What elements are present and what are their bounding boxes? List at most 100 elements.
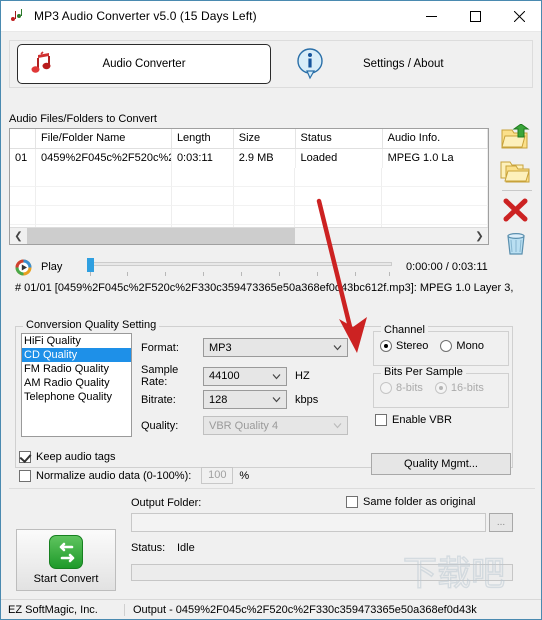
title-bar: MP3 Audio Converter v5.0 (15 Days Left) (1, 1, 541, 32)
cell-length: 0:03:11 (172, 149, 234, 168)
format-value: MP3 (209, 341, 232, 354)
settings-about-button[interactable]: Settings / About (295, 47, 444, 81)
format-dropdown[interactable]: MP3 (203, 338, 348, 357)
window-title: MP3 Audio Converter v5.0 (15 Days Left) (34, 9, 257, 23)
list-item[interactable]: HiFi Quality (22, 334, 131, 348)
normalize-unit: % (239, 469, 250, 482)
radio-mono-label: Mono (456, 340, 484, 352)
status-label: Status: (131, 542, 166, 554)
close-button[interactable] (497, 1, 541, 32)
scrollbar-track[interactable] (27, 227, 471, 244)
table-row-empty[interactable] (10, 168, 488, 187)
radio-mono[interactable]: Mono (440, 340, 484, 352)
radio-dot-icon (380, 382, 392, 394)
cell-name: 0459%2F045c%2F520c%2... (36, 149, 172, 168)
start-convert-button[interactable]: Start Convert (16, 529, 116, 591)
minimize-button[interactable] (409, 1, 453, 32)
audio-files-group-label: Audio Files/Folders to Convert (9, 113, 157, 125)
table-row-empty[interactable] (10, 206, 488, 225)
file-list-horizontal-scrollbar[interactable]: ❮ ❯ (10, 227, 488, 244)
bits-per-sample-group-label: Bits Per Sample (381, 366, 466, 378)
checkbox-box-icon (346, 496, 358, 508)
slider-ticks (87, 272, 392, 276)
bits-options: 8-bits 16-bits (380, 382, 496, 394)
list-item[interactable]: AM Radio Quality (22, 376, 131, 390)
radio-dot-icon (440, 340, 453, 352)
output-status-text: Output - 0459%2F045c%2F520c%2F330c359473… (133, 603, 477, 616)
channel-options: Stereo Mono (380, 340, 496, 352)
checkbox-box-icon (375, 414, 387, 426)
column-header-status[interactable]: Status (296, 129, 383, 148)
channel-group-label: Channel (381, 324, 428, 336)
chevron-down-icon (272, 372, 281, 381)
playback-slider[interactable] (87, 258, 392, 276)
clear-all-trash-icon[interactable] (500, 230, 534, 258)
column-header-size[interactable]: Size (234, 129, 296, 148)
list-item-selected[interactable]: CD Quality (22, 348, 131, 362)
add-folder-icon[interactable] (500, 157, 534, 185)
radio-16-bits: 16-bits (434, 382, 484, 394)
playback-controls: Play 0:00:00 / 0:03:11 (15, 257, 515, 277)
browse-folder-button[interactable]: ... (489, 513, 513, 532)
normalize-label: Normalize audio data (0-100%): (36, 469, 192, 482)
file-list[interactable]: File/Folder Name Length Size Status Audi… (9, 128, 489, 245)
chevron-right-icon[interactable]: ❯ (471, 231, 488, 242)
table-row-empty[interactable] (10, 187, 488, 206)
sample-rate-unit: HZ (295, 370, 310, 382)
same-folder-label: Same folder as original (363, 496, 476, 508)
enable-vbr-checkbox[interactable]: Enable VBR (375, 414, 452, 426)
sample-rate-row: Sample Rate: 44100 HZ (141, 364, 310, 388)
maximize-button[interactable] (453, 1, 497, 32)
quality-preset-list[interactable]: HiFi Quality CD Quality FM Radio Quality… (21, 333, 132, 437)
table-row[interactable]: 01 0459%2F045c%2F520c%2... 0:03:11 2.9 M… (10, 149, 488, 168)
checkbox-box-icon (19, 451, 31, 463)
radio-stereo[interactable]: Stereo (380, 340, 428, 352)
cell-status: Loaded (296, 149, 383, 168)
slider-thumb[interactable] (87, 258, 94, 272)
normalize-row: Normalize audio data (0-100%): 100 % (19, 467, 249, 484)
format-label: Format: (141, 341, 179, 354)
conversion-progress-bar (131, 564, 513, 581)
same-folder-checkbox[interactable]: Same folder as original (346, 496, 476, 508)
keep-audio-tags-label: Keep audio tags (36, 451, 116, 463)
quality-dropdown: VBR Quality 4 (203, 416, 348, 435)
chevron-left-icon[interactable]: ❮ (10, 231, 27, 242)
radio-8-bits: 8-bits (380, 382, 423, 394)
keep-audio-tags-checkbox[interactable]: Keep audio tags (19, 451, 116, 463)
blue-info-icon (295, 47, 325, 81)
checkbox-box-icon (19, 469, 31, 482)
add-file-icon[interactable] (500, 123, 534, 152)
bitrate-dropdown[interactable]: 128 (203, 390, 287, 409)
column-header-index[interactable] (10, 129, 37, 148)
slider-track[interactable] (87, 262, 392, 266)
play-label: Play (41, 261, 63, 273)
toolbar-divider (502, 190, 532, 191)
list-item[interactable]: FM Radio Quality (22, 362, 131, 376)
section-divider (9, 488, 535, 489)
scrollbar-thumb[interactable] (27, 227, 295, 244)
enable-vbr-label: Enable VBR (392, 414, 452, 426)
cell-index: 01 (10, 149, 37, 168)
column-header-length[interactable]: Length (172, 129, 234, 148)
channel-group: Channel Stereo Mono (373, 324, 509, 366)
audio-converter-button[interactable]: Audio Converter (17, 44, 271, 84)
bitrate-row: Bitrate: 128 kbps (141, 390, 318, 409)
radio-8-bits-label: 8-bits (396, 382, 423, 394)
quality-mgmt-button[interactable]: Quality Mgmt... (371, 453, 511, 475)
cell-size: 2.9 MB (234, 149, 296, 168)
normalize-checkbox[interactable]: Normalize audio data (0-100%): (19, 469, 192, 482)
file-list-header: File/Folder Name Length Size Status Audi… (10, 129, 488, 149)
quality-row: Quality: VBR Quality 4 (141, 416, 348, 435)
sample-rate-value: 44100 (209, 370, 240, 382)
remove-icon[interactable] (500, 197, 534, 225)
list-item[interactable]: Telephone Quality (22, 390, 131, 404)
sample-rate-dropdown[interactable]: 44100 (203, 366, 287, 386)
application-window: MP3 Audio Converter v5.0 (15 Days Left) (0, 0, 542, 620)
column-header-name[interactable]: File/Folder Name (36, 129, 172, 148)
status-value: Idle (177, 542, 195, 554)
radio-dot-icon (380, 340, 392, 352)
output-folder-input[interactable] (131, 513, 486, 532)
column-header-audio-info[interactable]: Audio Info. (383, 129, 488, 148)
media-play-icon[interactable] (15, 259, 32, 276)
bitrate-value: 128 (209, 393, 228, 406)
